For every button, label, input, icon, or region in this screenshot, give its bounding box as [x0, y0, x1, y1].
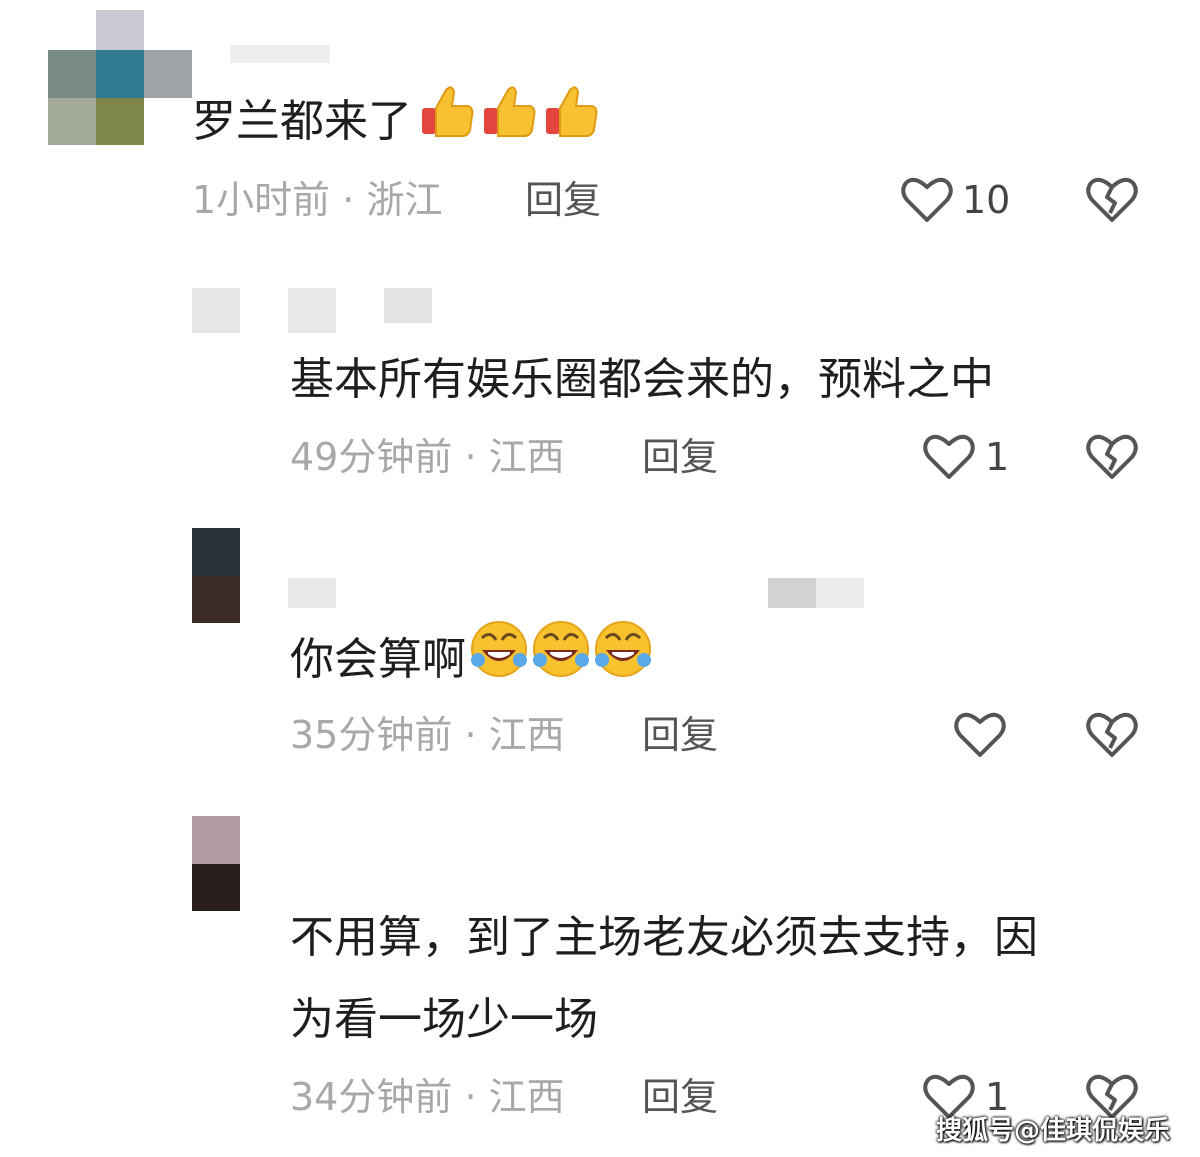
comment-text-content: 你会算啊	[290, 634, 466, 685]
comment-meta: 35分钟前 · 江西	[290, 710, 565, 760]
comment-text: 你会算啊	[290, 618, 654, 706]
thumbs-up-icon	[478, 80, 540, 168]
comment-meta: 34分钟前 · 江西	[290, 1072, 565, 1122]
broken-heart-icon[interactable]	[1085, 710, 1139, 760]
location: 浙江	[366, 178, 443, 222]
timestamp: 1小时前	[192, 178, 331, 222]
like-count: 10	[962, 178, 1011, 222]
like-count: 1	[985, 435, 1010, 479]
username-blurred[interactable]	[768, 578, 816, 608]
comment-text-line-1: 不用算，到了主场老友必须去支持，因	[290, 912, 1038, 963]
heart-icon[interactable]	[922, 432, 976, 482]
username-blurred[interactable]	[288, 288, 336, 333]
separator: ·	[464, 713, 477, 757]
thumbs-up-icon	[540, 80, 602, 168]
broken-heart-icon[interactable]	[1085, 432, 1139, 482]
username-blurred[interactable]	[288, 578, 336, 608]
avatar[interactable]	[192, 528, 240, 623]
username-blurred[interactable]	[230, 45, 330, 63]
timestamp: 49分钟前	[290, 435, 453, 479]
timestamp: 35分钟前	[290, 713, 453, 757]
comment-text: 基本所有娱乐圈都会来的，预料之中	[290, 354, 994, 405]
comment-meta: 49分钟前 · 江西	[290, 432, 565, 482]
laughing-crying-face-icon	[468, 618, 530, 706]
heart-icon[interactable]	[900, 175, 954, 225]
comment-meta: 1小时前 · 浙江	[192, 175, 442, 225]
avatar[interactable]	[48, 10, 193, 145]
reply-button[interactable]: 回复	[642, 1072, 718, 1122]
watermark: 搜狐号@佳琪侃娱乐	[935, 1116, 1170, 1146]
heart-icon[interactable]	[953, 710, 1007, 760]
laughing-crying-face-icon	[530, 618, 592, 706]
comment-text-content: 罗兰都来了	[192, 96, 412, 147]
comment-text: 罗兰都来了	[192, 80, 602, 168]
location: 江西	[488, 1075, 565, 1119]
reply-button[interactable]: 回复	[525, 175, 601, 225]
separator: ·	[342, 178, 355, 222]
location: 江西	[488, 713, 565, 757]
avatar[interactable]	[192, 816, 240, 911]
username-blurred[interactable]	[816, 578, 864, 608]
separator: ·	[464, 1075, 477, 1119]
laughing-crying-face-icon	[592, 618, 654, 706]
reply-button[interactable]: 回复	[642, 710, 718, 760]
location: 江西	[488, 435, 565, 479]
reply-button[interactable]: 回复	[642, 432, 718, 482]
thumbs-up-icon	[416, 80, 478, 168]
avatar[interactable]	[192, 288, 240, 333]
username-blurred[interactable]	[384, 288, 432, 323]
separator: ·	[464, 435, 477, 479]
timestamp: 34分钟前	[290, 1075, 453, 1119]
comment-text-line-2: 为看一场少一场	[290, 994, 598, 1045]
broken-heart-icon[interactable]	[1085, 175, 1139, 225]
